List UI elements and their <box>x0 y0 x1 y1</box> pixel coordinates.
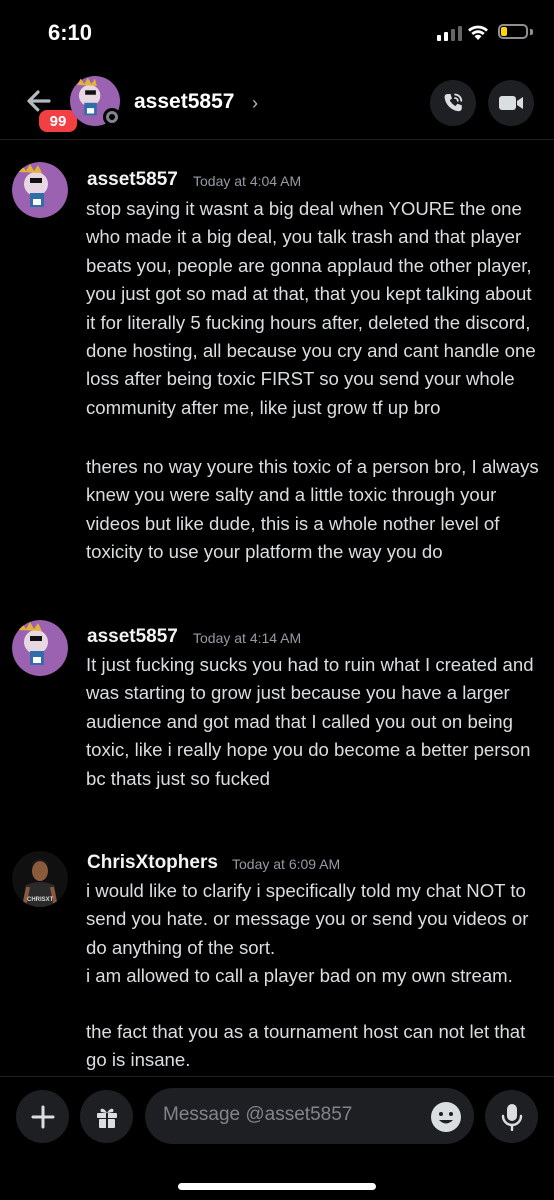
video-camera-icon <box>499 96 523 110</box>
microphone-icon <box>501 1103 522 1131</box>
message-author[interactable]: ChrisXtophers <box>87 852 218 874</box>
message-author[interactable]: asset5857 <box>87 169 178 191</box>
message-body: stop saying it wasnt a big deal when YOU… <box>86 198 536 418</box>
offline-status-icon <box>103 108 121 126</box>
header-divider <box>0 139 554 140</box>
message-body: It just fucking sucks you had to ruin wh… <box>86 654 534 789</box>
wifi-icon <box>468 25 488 40</box>
add-attachment-button[interactable] <box>16 1090 69 1143</box>
message-body: theres no way youre this toxic of a pers… <box>86 456 539 563</box>
message-timestamp: Today at 6:09 AM <box>232 856 341 872</box>
phone-call-icon <box>444 93 463 112</box>
composer-divider <box>0 1076 554 1077</box>
message-author[interactable]: asset5857 <box>87 626 178 648</box>
status-time: 6:10 <box>48 20 93 45</box>
emoji-icon[interactable] <box>430 1101 462 1133</box>
message-input-placeholder[interactable]: Message @asset5857 <box>163 1104 352 1126</box>
cellular-signal-icon <box>437 26 462 41</box>
channel-name[interactable]: asset5857 <box>134 90 234 114</box>
video-call-button[interactable] <box>488 80 534 126</box>
message-avatar[interactable] <box>12 620 68 676</box>
plus-icon <box>31 1105 54 1128</box>
avatar-shirt-text: CHRISXT <box>27 897 54 903</box>
voice-call-button[interactable] <box>430 80 476 126</box>
message-body: i would like to clarify i specifically t… <box>86 880 529 958</box>
message-timestamp: Today at 4:04 AM <box>193 173 302 189</box>
message-body: i am allowed to call a player bad on my … <box>86 965 513 986</box>
message-timestamp: Today at 4:14 AM <box>193 630 302 646</box>
message-body: the fact that you as a tournament host c… <box>86 1021 526 1071</box>
home-indicator <box>178 1183 376 1190</box>
chevron-right-icon[interactable]: › <box>252 93 258 114</box>
voice-message-button[interactable] <box>485 1090 538 1143</box>
gift-icon <box>96 1108 117 1128</box>
battery-icon <box>498 24 528 39</box>
message-avatar[interactable] <box>12 162 68 218</box>
gift-button[interactable] <box>80 1090 133 1143</box>
battery-cap <box>530 29 533 35</box>
